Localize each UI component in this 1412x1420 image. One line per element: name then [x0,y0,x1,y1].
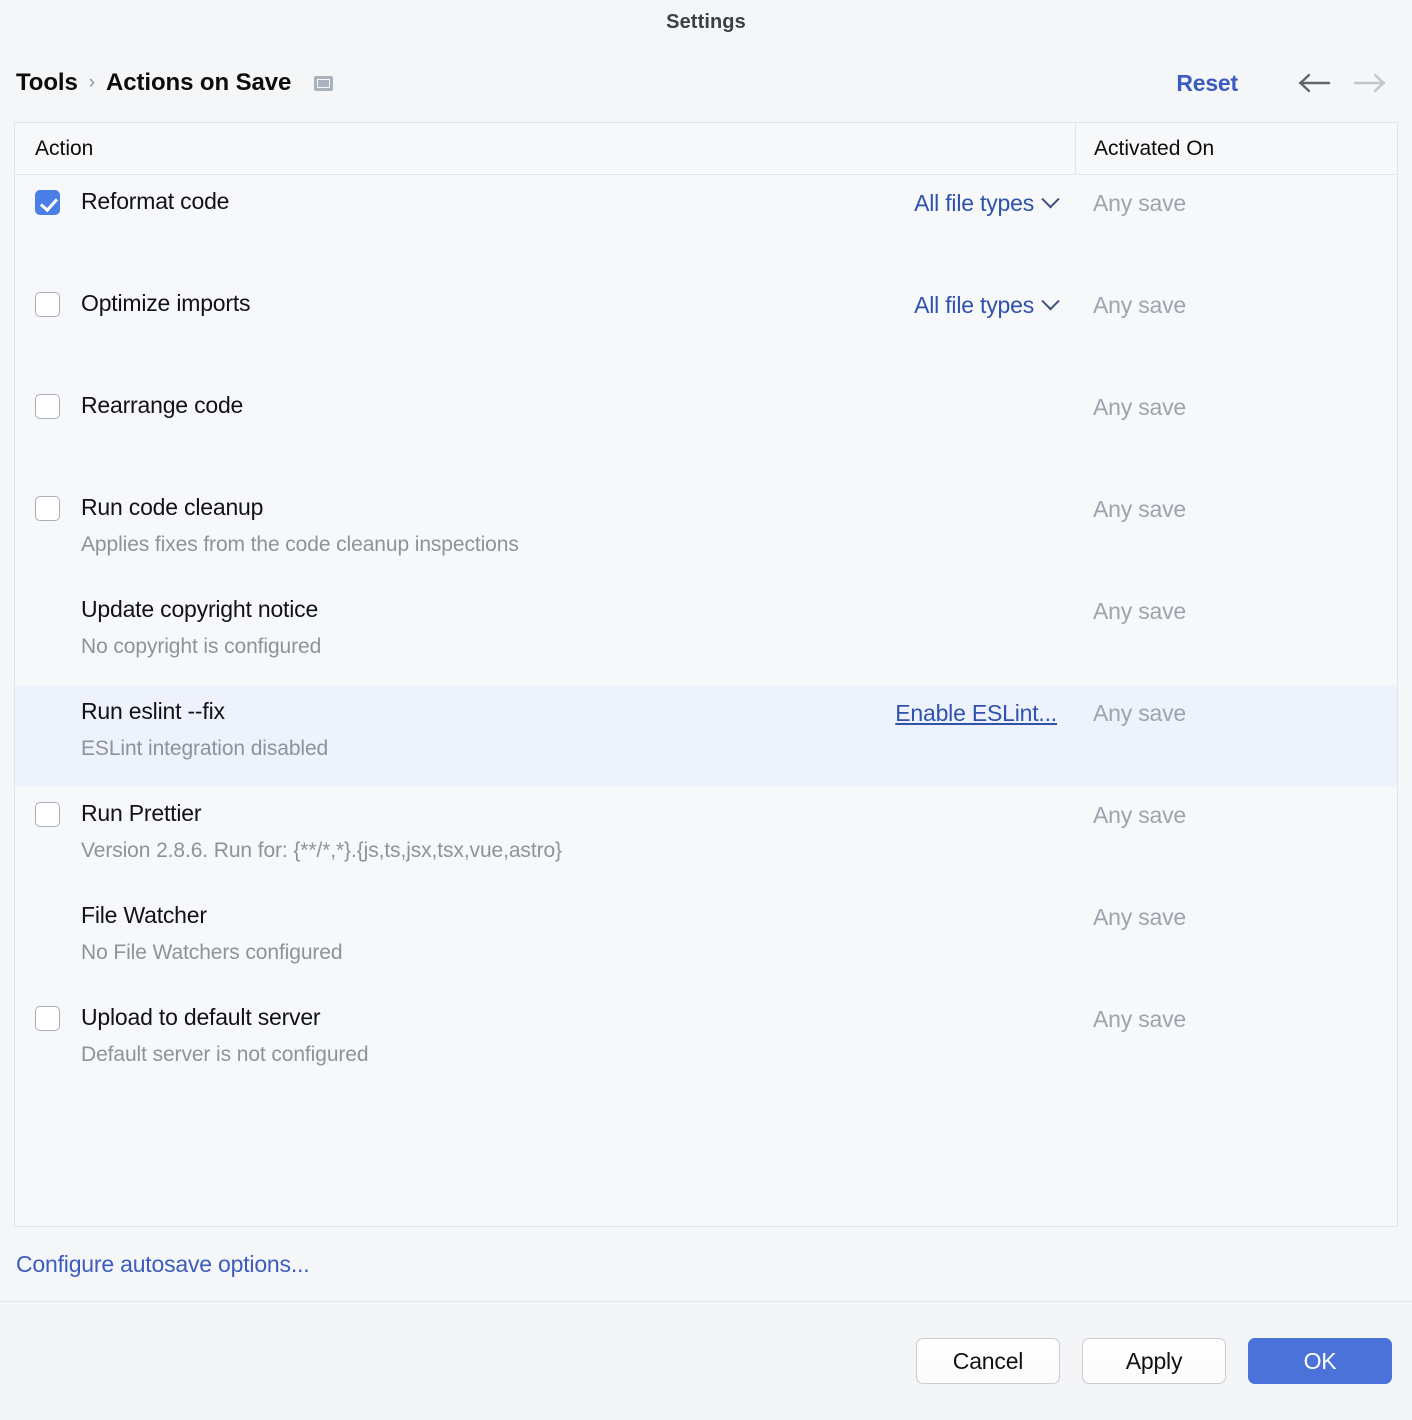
row-description: No File Watchers configured [81,939,342,967]
dialog-title: Settings [666,11,746,34]
apply-button[interactable]: Apply [1082,1338,1226,1384]
row-labels: Update copyright notice No copyright is c… [81,594,321,661]
table-header: Action Activated On [15,123,1397,175]
table-row[interactable]: Optimize imports All file types Any save [15,277,1397,379]
enable-eslint-link[interactable]: Enable ESLint... [895,700,1057,727]
table-row[interactable]: Run eslint --fix ESLint integration disab… [15,685,1397,787]
row-action-cell: File Watcher No File Watchers configured [15,900,1075,967]
row-label: Upload to default server [81,1002,368,1032]
row-checkbox-slot [35,798,81,832]
row-label: Run eslint --fix [81,696,328,726]
row-labels: Run Prettier Version 2.8.6. Run for: {**/… [81,798,562,865]
row-aux-cell: All file types [775,292,1075,319]
row-activated-on[interactable]: Any save [1075,288,1397,319]
row-label: File Watcher [81,900,342,930]
forward-button [1342,66,1396,100]
row-checkbox[interactable] [35,802,60,827]
row-checkbox-slot [35,900,81,904]
chevron-down-icon [1041,292,1059,310]
row-description: ESLint integration disabled [81,735,328,763]
row-checkbox-slot [35,1002,81,1036]
ok-button[interactable]: OK [1248,1338,1392,1384]
row-labels: Optimize imports [81,288,250,318]
row-action-cell: Run Prettier Version 2.8.6. Run for: {**/… [15,798,1075,865]
configure-autosave-link[interactable]: Configure autosave options... [16,1251,309,1278]
breadcrumb: Tools › Actions on Save [16,69,333,97]
row-checkbox-slot [35,390,81,424]
row-activated-on[interactable]: Any save [1075,696,1397,727]
row-labels: Rearrange code [81,390,243,420]
row-action-cell: Run code cleanup Applies fixes from the c… [15,492,1075,559]
row-description: Version 2.8.6. Run for: {**/*,*}.{js,ts,… [81,837,562,865]
file-types-label: All file types [914,292,1034,319]
arrow-right-icon [1352,72,1386,94]
row-labels: Reformat code [81,186,229,216]
row-activated-on[interactable]: Any save [1075,492,1397,523]
column-header-activated-on: Activated On [1075,123,1397,174]
back-button[interactable] [1288,66,1342,100]
row-labels: File Watcher No File Watchers configured [81,900,342,967]
row-checkbox-slot [35,594,81,598]
table-row[interactable]: Upload to default server Default server i… [15,991,1397,1093]
breadcrumb-parent[interactable]: Tools [16,69,78,97]
row-description: Default server is not configured [81,1041,368,1069]
chevron-down-icon [1041,190,1059,208]
dialog-titlebar: Settings [0,0,1412,44]
arrow-left-icon [1298,72,1332,94]
row-checkbox[interactable] [35,394,60,419]
row-checkbox-slot [35,696,81,700]
table-row[interactable]: Run code cleanup Applies fixes from the c… [15,481,1397,583]
autosave-bar: Configure autosave options... [0,1227,1412,1301]
row-action-cell: Rearrange code [15,390,1075,424]
row-checkbox-slot [35,492,81,526]
row-label: Optimize imports [81,288,250,318]
window-icon [314,76,333,91]
row-labels: Run eslint --fix ESLint integration disab… [81,696,328,763]
row-activated-on[interactable]: Any save [1075,594,1397,625]
row-activated-on[interactable]: Any save [1075,390,1397,421]
file-types-dropdown[interactable]: All file types [914,190,1057,217]
row-activated-on[interactable]: Any save [1075,900,1397,931]
row-labels: Run code cleanup Applies fixes from the c… [81,492,519,559]
row-aux-cell: Enable ESLint... [775,700,1075,727]
row-checkbox[interactable] [35,1006,60,1031]
row-action-cell: Update copyright notice No copyright is c… [15,594,1075,661]
row-label: Run code cleanup [81,492,519,522]
row-description: Applies fixes from the code cleanup insp… [81,531,519,559]
dialog-footer: Cancel Apply OK [0,1301,1412,1420]
column-header-action: Action [15,137,1075,161]
settings-dialog: Settings Tools › Actions on Save Reset [0,0,1412,1420]
row-checkbox[interactable] [35,496,60,521]
file-types-label: All file types [914,190,1034,217]
cancel-button[interactable]: Cancel [916,1338,1060,1384]
row-checkbox[interactable] [35,190,60,215]
breadcrumb-actions: Reset [1176,66,1396,100]
row-label: Run Prettier [81,798,562,828]
breadcrumb-separator: › [89,73,95,94]
breadcrumb-bar: Tools › Actions on Save Reset [0,44,1412,122]
row-activated-on[interactable]: Any save [1075,186,1397,217]
row-checkbox-slot [35,186,81,220]
row-label: Reformat code [81,186,229,216]
table-body: Reformat codeAll file typesAny saveOptim… [15,175,1397,1226]
actions-table: Action Activated On Reformat code All fil… [14,122,1398,1227]
row-action-cell: Upload to default server Default server i… [15,1002,1075,1069]
row-activated-on[interactable]: Any save [1075,1002,1397,1033]
table-row[interactable]: Reformat code All file types Any save [15,175,1397,277]
row-checkbox[interactable] [35,292,60,317]
table-row[interactable]: Rearrange code Any save [15,379,1397,481]
table-row[interactable]: File Watcher No File Watchers configured A… [15,889,1397,991]
table-row[interactable]: Run Prettier Version 2.8.6. Run for: {**/… [15,787,1397,889]
row-checkbox-slot [35,288,81,322]
row-labels: Upload to default server Default server i… [81,1002,368,1069]
file-types-dropdown[interactable]: All file types [914,292,1057,319]
breadcrumb-current: Actions on Save [106,69,291,97]
row-activated-on[interactable]: Any save [1075,798,1397,829]
reset-button[interactable]: Reset [1176,70,1238,97]
table-row[interactable]: Update copyright notice No copyright is c… [15,583,1397,685]
row-label: Rearrange code [81,390,243,420]
row-label: Update copyright notice [81,594,321,624]
row-description: No copyright is configured [81,633,321,661]
row-aux-cell: All file types [775,190,1075,217]
